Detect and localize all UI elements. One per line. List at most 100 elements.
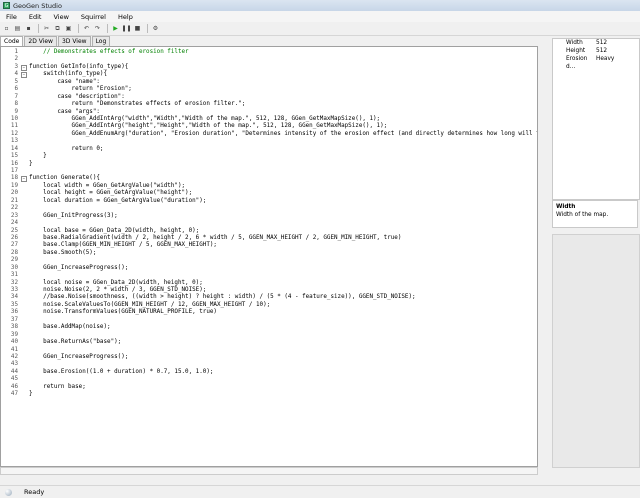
line-number: 12 — [10, 130, 18, 137]
line-number: 47 — [10, 391, 18, 398]
code-line[interactable]: 26 base.RadialGradient(width / 2, height… — [11, 235, 537, 242]
redo-icon[interactable]: ↷ — [93, 24, 102, 33]
code-line[interactable]: 27 base.Clamp(GGEN_MIN_HEIGHT / 5, GGEN_… — [11, 242, 537, 249]
code-line[interactable]: 5 case "name": — [14, 79, 537, 86]
new-file-icon[interactable]: ▫ — [2, 24, 11, 33]
code-line[interactable]: 32 local noise = GGen_Data_2D(width, hei… — [11, 280, 537, 287]
code-editor[interactable]: 1 // Demonstrates effects of erosion fil… — [0, 46, 538, 467]
code-text: case "description": — [29, 93, 125, 100]
code-text: GGen_AddIntArg("height","Height","Width … — [29, 123, 388, 130]
fold-toggle-icon[interactable]: − — [21, 64, 27, 71]
code-line[interactable]: 33 noise.Noise(2, 2 * width / 3, GGEN_ST… — [11, 287, 537, 294]
settings-icon[interactable]: ⚙ — [151, 24, 160, 33]
code-line[interactable]: 34 //base.Noise(smoothness, ((width > he… — [11, 294, 537, 301]
code-line[interactable]: 38 base.AddMap(noise); — [11, 324, 537, 331]
code-line[interactable]: 44 base.Erosion((1.0 + duration) * 0.7, … — [11, 369, 537, 376]
code-line[interactable]: 3− function GetInfo(info_type){ — [14, 63, 537, 71]
code-line[interactable]: 21 local duration = GGen_GetArgValue("du… — [11, 197, 537, 205]
argument-row[interactable]: Height 512 — [553, 47, 639, 55]
tab-2d-view[interactable]: 2D View — [24, 36, 57, 46]
line-number: 1 — [14, 49, 18, 55]
code-line[interactable]: 6 return "Erosion"; — [14, 86, 537, 93]
code-line[interactable]: 8 return "Demonstrates effects of erosio… — [14, 101, 537, 108]
code-line[interactable]: 37 — [11, 317, 537, 324]
line-number: 18 — [10, 175, 18, 182]
argument-row[interactable]: Width 512 — [553, 39, 639, 47]
menu-help[interactable]: Help — [112, 13, 139, 21]
argument-value[interactable]: 512 — [596, 47, 607, 55]
code-line[interactable]: 35 noise.ScaleValuesTo(GGEN_MIN_HEIGHT /… — [11, 302, 537, 309]
code-text: base.Clamp(GGEN_MIN_HEIGHT / 5, GGEN_MAX… — [29, 242, 217, 249]
code-line[interactable]: 46 return base; — [11, 383, 537, 391]
code-line[interactable]: 16} — [11, 161, 537, 168]
code-line[interactable]: 31 — [11, 272, 537, 279]
code-line[interactable]: 11 GGen_AddIntArg("height","Height","Wid… — [11, 123, 537, 130]
code-line[interactable]: 19 local width = GGen_GetArgValue("width… — [11, 183, 537, 190]
code-line[interactable]: 9 case "args": — [14, 109, 537, 116]
menu-file[interactable]: File — [0, 13, 23, 21]
argument-row[interactable]: Erosion d... Heavy — [553, 55, 639, 70]
code-line[interactable]: 24 — [11, 220, 537, 227]
save-icon[interactable]: ▪ — [24, 24, 33, 33]
code-text: function Generate(){ — [29, 175, 100, 182]
code-line[interactable]: 12 GGen_AddEnumArg("duration", "Erosion … — [11, 131, 537, 138]
code-line[interactable]: 40 base.ReturnAs("base"); — [11, 339, 537, 346]
line-number: 25 — [10, 227, 18, 234]
cut-icon[interactable]: ✂ — [42, 24, 51, 33]
code-line[interactable]: 43 — [11, 361, 537, 368]
code-line[interactable]: 23 GGen_InitProgress(3); — [11, 213, 537, 220]
open-folder-icon[interactable]: ▤ — [13, 24, 22, 33]
code-line[interactable]: 36 noise.TransformValues(GGEN_NATURAL_PR… — [11, 309, 537, 316]
code-line[interactable]: 1 // Demonstrates effects of erosion fil… — [14, 49, 537, 56]
code-text: return 0; — [29, 145, 104, 152]
tab-log[interactable]: Log — [91, 36, 111, 46]
stop-icon[interactable]: ■ — [133, 24, 142, 33]
paste-icon[interactable]: ▣ — [64, 24, 73, 33]
copy-icon[interactable]: ⧉ — [53, 24, 62, 33]
window-title: GeoGen Studio — [13, 1, 62, 10]
code-text: local duration = GGen_GetArgValue("durat… — [29, 197, 207, 204]
pause-icon[interactable]: ❚❚ — [121, 24, 131, 33]
line-number: 4 — [14, 71, 18, 78]
code-line[interactable]: 45 — [11, 376, 537, 383]
menu-squirrel[interactable]: Squirrel — [75, 13, 112, 21]
menu-edit[interactable]: Edit — [23, 13, 48, 21]
code-line[interactable]: 42 GGen_IncreaseProgress(); — [11, 354, 537, 361]
toolbar-separator — [38, 24, 39, 33]
code-line[interactable]: 29 — [11, 257, 537, 264]
argument-value[interactable]: Heavy — [596, 55, 614, 63]
code-line[interactable]: 10 GGen_AddIntArg("width","Width","Width… — [11, 116, 537, 123]
code-text: //base.Noise(smoothness, ((width > heigh… — [29, 294, 416, 301]
code-line[interactable]: 14 return 0; — [11, 145, 537, 153]
code-line[interactable]: 20 local height = GGen_GetArgValue("heig… — [11, 190, 537, 197]
code-line[interactable]: 15 } — [11, 153, 537, 160]
code-line[interactable]: 30 GGen_IncreaseProgress(); — [11, 265, 537, 272]
code-line[interactable]: 2 — [14, 56, 537, 63]
code-line[interactable]: 18− function Generate(){ — [11, 175, 537, 183]
code-line[interactable]: 7 case "description": — [14, 93, 537, 101]
horizontal-scrollbar[interactable] — [0, 467, 538, 475]
code-line[interactable]: 28 base.Smooth(5); — [11, 250, 537, 257]
fold-toggle-icon[interactable]: − — [21, 72, 27, 79]
code-line[interactable]: 17 — [11, 168, 537, 175]
line-number: 26 — [10, 234, 18, 241]
code-area[interactable]: 1 // Demonstrates effects of erosion fil… — [11, 49, 537, 399]
line-number: 9 — [14, 108, 18, 115]
code-line[interactable]: 39 — [11, 332, 537, 339]
code-line[interactable]: 47} — [11, 391, 537, 398]
argument-value[interactable]: 512 — [596, 39, 607, 47]
code-line[interactable]: 41 — [11, 347, 537, 354]
code-line[interactable]: 4− switch(info_type){ — [14, 71, 537, 79]
code-text: function GetInfo(info_type){ — [29, 63, 129, 70]
menu-view[interactable]: View — [47, 13, 74, 21]
run-icon[interactable]: ▶ — [111, 24, 120, 33]
code-text: return base; — [29, 383, 86, 390]
code-line[interactable]: 22 — [11, 205, 537, 212]
code-line[interactable]: 13 — [11, 138, 537, 145]
undo-icon[interactable]: ↶ — [82, 24, 91, 33]
fold-toggle-icon[interactable]: − — [21, 176, 27, 183]
code-line[interactable]: 25 local base = GGen_Data_2D(width, heig… — [11, 228, 537, 235]
title-bar: G GeoGen Studio — [0, 0, 640, 11]
line-number: 22 — [10, 205, 18, 212]
tab-3d-view[interactable]: 3D View — [57, 36, 91, 46]
